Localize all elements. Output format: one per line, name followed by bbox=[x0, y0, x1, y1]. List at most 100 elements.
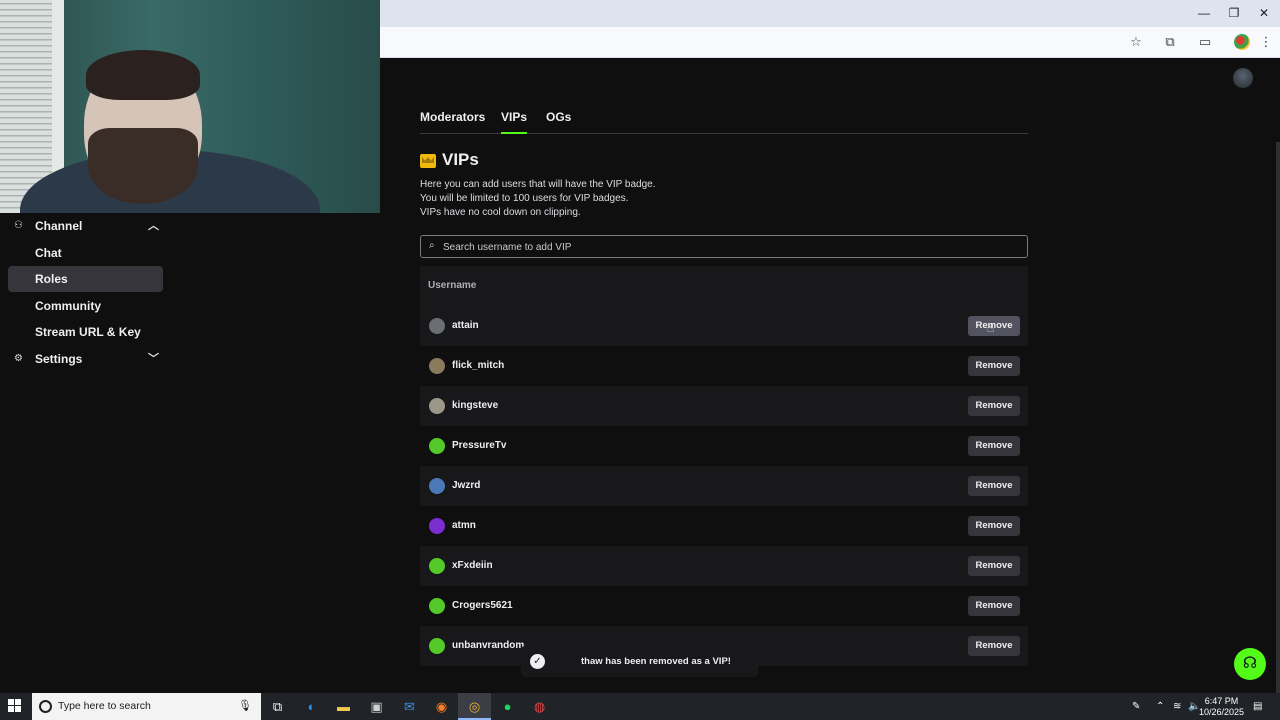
sidebar-item-label: Settings bbox=[35, 352, 83, 366]
table-row: attain Remove bbox=[420, 306, 1028, 346]
sidebar-item-community[interactable]: Community bbox=[8, 293, 163, 319]
description-line: Here you can add users that will have th… bbox=[420, 179, 656, 190]
network-icon[interactable]: ≋ bbox=[1173, 693, 1181, 720]
username: Crogers5621 bbox=[452, 600, 513, 611]
menu-icon[interactable]: ⋮ bbox=[1256, 33, 1276, 51]
remove-button[interactable]: Remove bbox=[968, 436, 1020, 456]
remove-button[interactable]: Remove bbox=[968, 356, 1020, 376]
check-icon: ✓ bbox=[530, 654, 545, 669]
scrollbar[interactable] bbox=[1276, 142, 1280, 693]
person-beard bbox=[88, 128, 198, 204]
table-row: flick_mitch Remove bbox=[420, 346, 1028, 386]
remove-button[interactable]: Remove bbox=[968, 476, 1020, 496]
user-avatar bbox=[429, 638, 445, 654]
spotify-icon[interactable]: ● bbox=[491, 693, 524, 720]
close-button[interactable]: ✕ bbox=[1254, 4, 1274, 22]
username: kingsteve bbox=[452, 400, 499, 411]
username: atmn bbox=[452, 520, 476, 531]
sidebar-item-stream-url-key[interactable]: Stream URL & Key bbox=[8, 319, 163, 345]
description-line: VIPs have no cool down on clipping. bbox=[420, 207, 581, 218]
username: PressureTv bbox=[452, 440, 507, 451]
user-avatar bbox=[429, 518, 445, 534]
settings-sidebar: ⚇ Channel ︿ Chat Roles Community Stream … bbox=[0, 213, 170, 693]
vip-search-box: ⌕ bbox=[420, 235, 1028, 258]
channel-icon: ⚇ bbox=[14, 220, 23, 231]
tab-moderators[interactable]: Moderators bbox=[420, 106, 485, 134]
sidebar-item-label: Community bbox=[35, 299, 101, 313]
obs-icon[interactable]: ◍ bbox=[523, 693, 556, 720]
taskbar-clock[interactable]: 6:47 PM 10/26/2025 bbox=[1199, 696, 1244, 718]
star-icon[interactable]: ☆ bbox=[1126, 33, 1146, 51]
sidebar-item-label: Channel bbox=[35, 219, 83, 233]
user-avatar bbox=[429, 438, 445, 454]
tab-ogs[interactable]: OGs bbox=[546, 106, 571, 134]
sidebar-item-label: Chat bbox=[35, 246, 62, 260]
table-row: PressureTv Remove bbox=[420, 426, 1028, 466]
chevron-up-icon: ︿ bbox=[148, 220, 159, 232]
restore-button[interactable]: ❐ bbox=[1224, 4, 1244, 22]
user-avatar[interactable] bbox=[1233, 68, 1253, 88]
user-avatar bbox=[429, 398, 445, 414]
vip-search-input[interactable] bbox=[443, 239, 1013, 255]
sidebar-item-roles[interactable]: Roles bbox=[8, 266, 163, 292]
search-icon: ⌕ bbox=[429, 240, 435, 251]
support-chat-button[interactable]: ☊ bbox=[1234, 648, 1266, 680]
remove-button[interactable]: Remove bbox=[968, 556, 1020, 576]
microphone-icon[interactable]: 🎙 bbox=[238, 693, 252, 720]
windows-start-icon[interactable] bbox=[8, 699, 22, 713]
pen-icon[interactable]: ✎ bbox=[1132, 693, 1140, 720]
column-header-username: Username bbox=[420, 266, 1028, 306]
username: attain bbox=[452, 320, 479, 331]
tab-vips[interactable]: VIPs bbox=[501, 106, 528, 134]
store-icon[interactable]: ▣ bbox=[360, 693, 393, 720]
file-explorer-icon[interactable]: ▬ bbox=[327, 693, 360, 720]
remove-button[interactable]: Remove bbox=[968, 596, 1020, 616]
sidebar-item-settings[interactable]: ⚙ Settings ﹀ bbox=[8, 346, 163, 372]
user-avatar bbox=[429, 318, 445, 334]
chevron-up-icon[interactable]: ⌃ bbox=[1156, 693, 1164, 720]
main-content: Moderators VIPs OGs VIPs Here you can ad… bbox=[380, 58, 1280, 693]
task-view-icon[interactable]: ⧉ bbox=[261, 693, 294, 720]
table-row: kingsteve Remove bbox=[420, 386, 1028, 426]
mail-icon[interactable]: ✉ bbox=[393, 693, 426, 720]
user-avatar bbox=[429, 478, 445, 494]
sidebar-item-label: Roles bbox=[35, 272, 68, 286]
mouse-cursor-icon: ☝ bbox=[987, 321, 995, 335]
sidebar-item-channel[interactable]: ⚇ Channel ︿ bbox=[8, 213, 163, 239]
username: xFxdeiin bbox=[452, 560, 493, 571]
browser-toolbar: ☆ ⧉ ▭ ⋮ bbox=[380, 27, 1280, 58]
search-icon bbox=[39, 700, 52, 713]
edge-icon[interactable]: ◐ bbox=[295, 693, 328, 720]
taskbar-search[interactable]: Type here to search 🎙 bbox=[32, 693, 261, 720]
firefox-icon[interactable]: ◉ bbox=[425, 693, 458, 720]
sidebar-item-chat[interactable]: Chat bbox=[8, 240, 163, 266]
table-row: Crogers5621 Remove bbox=[420, 586, 1028, 626]
toast-message: thaw has been removed as a VIP! bbox=[581, 656, 731, 667]
browser-titlebar: — ❐ ✕ bbox=[380, 0, 1280, 27]
person-hair bbox=[86, 50, 200, 100]
cast-icon[interactable]: ▭ bbox=[1195, 33, 1215, 51]
sidebar-item-label: Stream URL & Key bbox=[35, 325, 141, 339]
remove-button[interactable]: Remove bbox=[968, 396, 1020, 416]
notification-icon[interactable]: ▤ bbox=[1253, 693, 1262, 720]
chrome-icon[interactable]: ◎ bbox=[458, 693, 491, 720]
table-row: xFxdeiin Remove bbox=[420, 546, 1028, 586]
user-avatar bbox=[429, 598, 445, 614]
clock-time: 6:47 PM bbox=[1204, 696, 1239, 706]
profile-avatar[interactable] bbox=[1234, 34, 1250, 50]
table-row: Jwzrd Remove bbox=[420, 466, 1028, 506]
crown-icon bbox=[420, 154, 436, 168]
remove-button[interactable]: Remove bbox=[968, 636, 1020, 656]
chevron-down-icon: ﹀ bbox=[148, 353, 159, 365]
username: unbanvrandom bbox=[452, 640, 525, 651]
windows-taskbar: Type here to search 🎙 ⧉ ◐ ▬ ▣ ✉ ◉ ◎ ● ◍ … bbox=[0, 693, 1280, 720]
user-avatar bbox=[429, 558, 445, 574]
table-row: atmn Remove bbox=[420, 506, 1028, 546]
minimize-button[interactable]: — bbox=[1194, 4, 1214, 22]
remove-button[interactable]: Remove bbox=[968, 516, 1020, 536]
taskbar-search-placeholder: Type here to search bbox=[58, 700, 151, 712]
page-title: VIPs bbox=[442, 150, 479, 169]
extensions-icon[interactable]: ⧉ bbox=[1160, 33, 1180, 51]
username: Jwzrd bbox=[452, 480, 481, 491]
toast-notification: ✓ thaw has been removed as a VIP! bbox=[521, 646, 758, 677]
